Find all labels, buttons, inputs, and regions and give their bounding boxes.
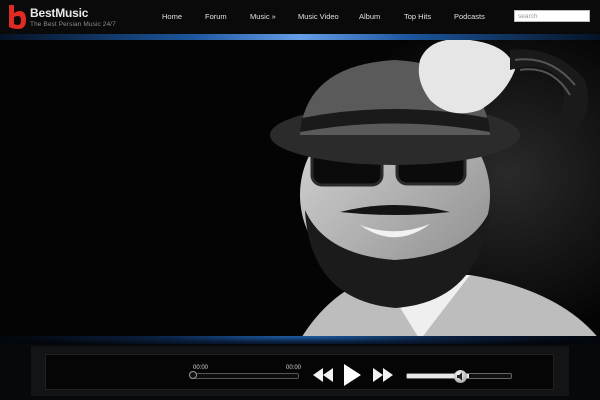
brand-name[interactable]: BestMusic xyxy=(30,6,88,20)
seek-bar[interactable] xyxy=(190,373,299,379)
total-time: 00:00 xyxy=(286,365,302,371)
rewind-icon[interactable] xyxy=(312,367,334,383)
nav-music-video[interactable]: Music Video xyxy=(298,12,339,21)
current-time: 00:00 xyxy=(193,365,209,371)
player-controls-panel xyxy=(45,354,554,390)
speaker-icon xyxy=(457,372,462,381)
play-icon[interactable] xyxy=(342,363,362,387)
nav-home[interactable]: Home xyxy=(162,12,182,21)
hero-slideshow[interactable] xyxy=(0,40,600,340)
fast-forward-icon[interactable] xyxy=(372,367,394,383)
nav-forum[interactable]: Forum xyxy=(205,12,227,21)
bestmusic-logo-icon[interactable] xyxy=(6,3,28,31)
nav-podcasts[interactable]: Podcasts xyxy=(454,12,485,21)
seek-handle[interactable] xyxy=(189,371,197,379)
nav-top-hits[interactable]: Top Hits xyxy=(404,12,431,21)
search-input[interactable] xyxy=(514,10,590,22)
top-navigation-bar: BestMusic The Best Persian Music 24/7 Ho… xyxy=(0,0,600,34)
nav-album[interactable]: Album xyxy=(359,12,380,21)
brand-tagline: The Best Persian Music 24/7 xyxy=(30,21,116,28)
volume-knob[interactable] xyxy=(454,370,467,383)
nav-music[interactable]: Music » xyxy=(250,12,276,21)
hero-artist-portrait xyxy=(270,40,600,340)
